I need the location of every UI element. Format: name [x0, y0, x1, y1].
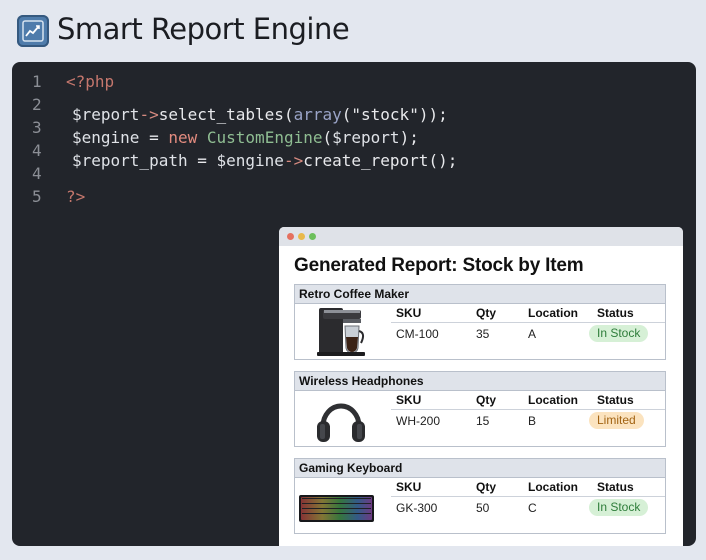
- column-header-status: Status: [597, 393, 634, 407]
- status-badge: Limited: [589, 412, 644, 429]
- keyboard-image: [299, 481, 383, 531]
- line-number: 1: [32, 72, 42, 91]
- item-header: Retro Coffee Maker: [295, 285, 665, 304]
- coffee-maker-image: [299, 307, 383, 357]
- cell-sku: CM-100: [396, 327, 439, 341]
- column-header-sku: SKU: [396, 306, 422, 320]
- item-header: Wireless Headphones: [295, 372, 665, 391]
- php-close-tag: ?>: [66, 187, 86, 206]
- report-item: Wireless Headphones SKU Qty Location Sta…: [294, 371, 666, 447]
- chart-logo-icon: [17, 15, 49, 47]
- column-header-status: Status: [597, 480, 634, 494]
- column-header-sku: SKU: [396, 480, 422, 494]
- cell-sku: WH-200: [396, 414, 441, 428]
- column-header-status: Status: [597, 306, 634, 320]
- window-title-bar: [279, 227, 683, 246]
- column-header-qty: Qty: [476, 393, 497, 407]
- column-header-qty: Qty: [476, 306, 497, 320]
- cell-qty: 15: [476, 414, 490, 428]
- report-item: Retro Coffee Maker SKU Qty Location Stat…: [294, 284, 666, 360]
- line-number: 4: [32, 164, 42, 183]
- cell-qty: 35: [476, 327, 490, 341]
- report-item: Gaming Keyboard SKU Qty Location Status …: [294, 458, 666, 534]
- column-header-sku: SKU: [396, 393, 422, 407]
- cell-location: B: [528, 414, 537, 428]
- maximize-dot-icon[interactable]: [309, 233, 316, 240]
- cell-location: A: [528, 327, 537, 341]
- column-header-location: Location: [528, 306, 578, 320]
- row-divider: [391, 496, 665, 497]
- report-window: Generated Report: Stock by Item Retro Co…: [279, 227, 683, 546]
- line-number: 5: [32, 187, 42, 206]
- minimize-dot-icon[interactable]: [298, 233, 305, 240]
- report-title: Generated Report: Stock by Item: [294, 255, 584, 276]
- code-line-1: 1 <?php: [12, 72, 696, 96]
- item-name: Retro Coffee Maker: [299, 287, 410, 301]
- app-title: Smart Report Engine: [57, 12, 350, 46]
- php-open-tag: <?php: [66, 72, 115, 91]
- status-badge: In Stock: [589, 325, 649, 342]
- cell-location: C: [528, 501, 537, 515]
- row-divider: [391, 322, 665, 323]
- status-badge: In Stock: [589, 499, 649, 516]
- code-line-5: 5 ?>: [12, 187, 696, 211]
- app-header: Smart Report Engine: [0, 0, 706, 62]
- item-name: Wireless Headphones: [299, 374, 424, 388]
- item-name: Gaming Keyboard: [299, 461, 403, 475]
- column-header-location: Location: [528, 480, 578, 494]
- item-header: Gaming Keyboard: [295, 459, 665, 478]
- headphones-image: [299, 394, 383, 444]
- cell-qty: 50: [476, 501, 490, 515]
- close-dot-icon[interactable]: [287, 233, 294, 240]
- code-line-4b: 4: [12, 164, 696, 188]
- column-header-qty: Qty: [476, 480, 497, 494]
- column-header-location: Location: [528, 393, 578, 407]
- row-divider: [391, 409, 665, 410]
- cell-sku: GK-300: [396, 501, 438, 515]
